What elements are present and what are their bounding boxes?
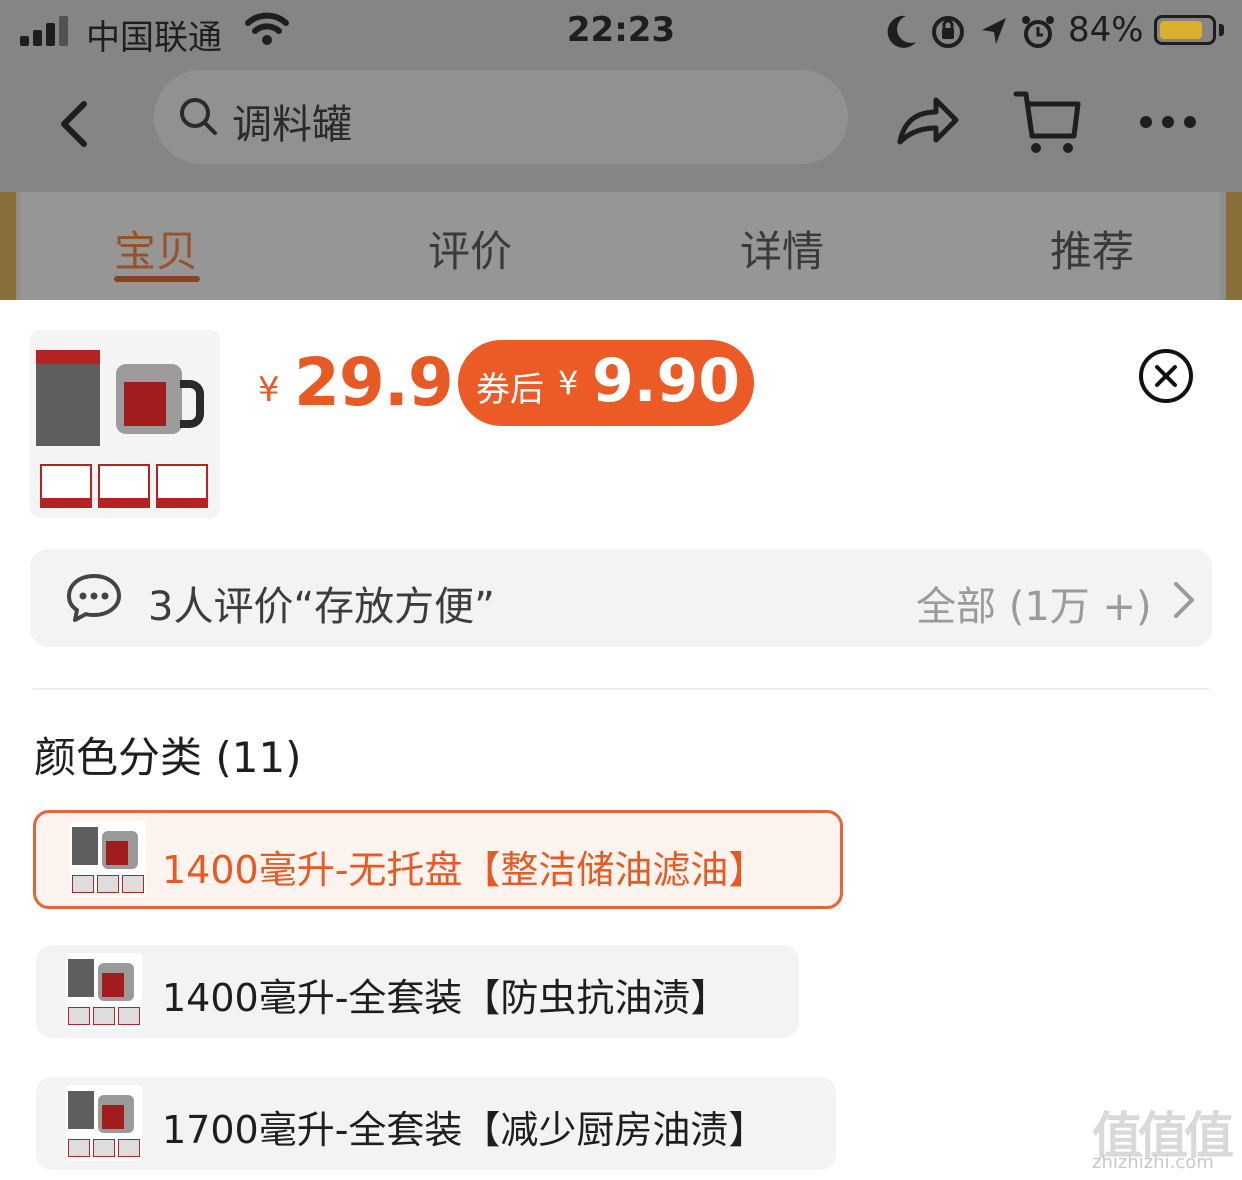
image-edge-right <box>1226 192 1242 300</box>
coupon-price: 9.90 <box>592 346 741 416</box>
tab-reviews[interactable]: 评价 <box>428 218 512 279</box>
variant-label: 1400毫升-无托盘【整洁储油滤油】 <box>162 848 767 892</box>
battery-percent: 84% <box>1068 10 1144 50</box>
price-currency: ¥ <box>258 370 280 410</box>
thumb-mini-image <box>156 464 208 508</box>
thumb-feature-panel <box>36 350 100 446</box>
alarm-icon <box>1022 16 1054 48</box>
dimmed-product-page: 中国联通 22:23 84% 调料罐 宝贝 评价 详情 推荐 <box>0 0 1242 300</box>
thumb-mini-image <box>40 464 92 508</box>
close-icon[interactable] <box>1138 348 1194 404</box>
coupon-currency: ¥ <box>558 364 579 402</box>
moon-icon <box>887 15 916 48</box>
cart-icon[interactable] <box>1012 88 1082 158</box>
watermark-domain: zhizhizhi.com <box>1092 1152 1214 1173</box>
thumb-oil-label <box>124 382 166 426</box>
price-value: 29.9 <box>294 344 454 421</box>
battery-level-fill <box>1160 21 1202 39</box>
variant-label: 1400毫升-全套装【防虫抗油渍】 <box>162 976 729 1020</box>
more-icon[interactable] <box>1136 100 1200 144</box>
variant-option[interactable]: 1400毫升-全套装【防虫抗油渍】 <box>36 945 799 1038</box>
search-query[interactable]: 调料罐 <box>232 92 352 150</box>
variant-thumbnail <box>66 953 142 1029</box>
site-watermark: 值值值 zhizhizhi.com <box>1092 1096 1234 1180</box>
coupon-price-badge: 券后 ¥ 9.90 <box>458 340 754 426</box>
image-edge-left <box>0 192 16 300</box>
active-tab-indicator <box>114 276 200 282</box>
share-icon[interactable] <box>894 90 960 154</box>
rotation-lock-icon <box>932 16 964 48</box>
tab-details[interactable]: 详情 <box>740 218 824 279</box>
divider <box>33 688 1209 690</box>
tab-item[interactable]: 宝贝 <box>114 218 198 279</box>
variant-option-selected[interactable]: 1400毫升-无托盘【整洁储油滤油】 <box>33 810 843 909</box>
location-arrow-icon <box>982 18 1006 44</box>
chevron-right-icon <box>1174 582 1194 618</box>
variant-thumbnail <box>66 1085 142 1161</box>
tab-recommend[interactable]: 推荐 <box>1050 218 1134 279</box>
status-bar: 中国联通 22:23 84% <box>0 0 1242 64</box>
review-highlight: 3人评价“存放方便” <box>148 584 495 630</box>
thumb-tag <box>36 350 100 364</box>
thumb-mini-image <box>98 464 150 508</box>
product-image-card <box>20 192 1220 300</box>
back-arrow-icon[interactable] <box>46 92 106 156</box>
thumb-pot-handle <box>180 380 204 428</box>
variant-section-title: 颜色分类 (11) <box>34 733 302 782</box>
product-thumbnail[interactable] <box>30 330 220 518</box>
battery-tip <box>1219 24 1224 36</box>
chat-bubble-icon <box>67 574 121 622</box>
variant-option[interactable]: 1700毫升-全套装【减少厨房油渍】 <box>36 1077 836 1170</box>
search-icon <box>180 98 217 135</box>
variant-label: 1700毫升-全套装【减少厨房油渍】 <box>162 1108 767 1152</box>
review-all-link[interactable]: 全部 (1万 +) <box>916 574 1152 632</box>
coupon-label: 券后 <box>476 370 544 410</box>
status-icons-group <box>887 15 1054 48</box>
battery-icon <box>1154 15 1216 45</box>
variant-thumbnail <box>70 821 146 897</box>
